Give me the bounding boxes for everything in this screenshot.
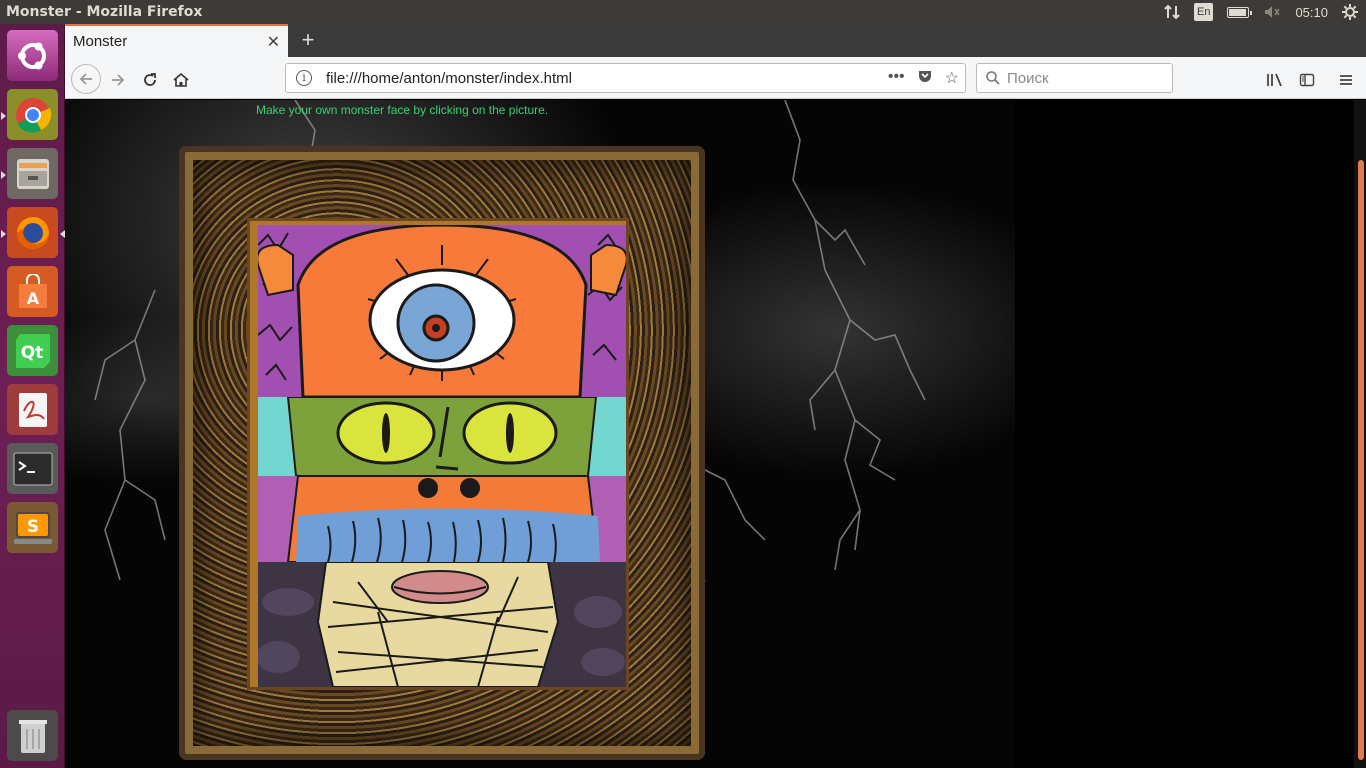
reload-icon [144,73,156,87]
search-bar[interactable] [976,63,1173,93]
top-panel: Monster - Mozilla Firefox En 05:10 [0,0,1366,24]
url-text[interactable]: file:///home/anton/monster/index.html [326,70,572,87]
home-button[interactable] [168,66,194,92]
monster-picture[interactable] [258,225,626,687]
monster-mouth-strip[interactable] [258,562,626,687]
file-cabinet-icon [16,158,49,189]
url-bar[interactable]: i file:///home/anton/monster/index.html … [285,63,966,93]
sublime-text-launcher-button[interactable]: S [7,502,58,553]
page-actions-icon[interactable]: ••• [888,68,905,89]
cyclops-eye-image [258,225,626,397]
battery-icon[interactable] [1227,3,1253,21]
library-icon [1267,73,1282,87]
site-info-icon[interactable]: i [296,70,312,86]
clock[interactable]: 05:10 [1295,3,1328,21]
hamburger-menu-icon [1340,75,1352,86]
frame-mat [247,218,629,690]
instructions-text: Make your own monster face by clicking o… [256,103,549,117]
sidebar-button[interactable] [1294,66,1320,92]
qt-creator-launcher-button[interactable]: Qt [7,325,58,376]
monster-top-strip[interactable] [258,225,626,397]
scrollbar-thumb[interactable] [1358,160,1364,760]
running-indicator [1,230,6,238]
search-icon [986,71,1000,85]
ornate-picture-frame [179,146,705,760]
forward-arrow-icon [112,74,125,86]
search-input[interactable] [1007,69,1167,87]
page-viewport: Make your own monster face by clicking o… [65,100,1366,768]
trash-icon [18,719,47,753]
close-tab-icon[interactable]: ✕ [267,32,280,52]
software-center-launcher-button[interactable]: A [7,266,58,317]
window-title: Monster - Mozilla Firefox [6,4,203,20]
new-tab-button[interactable]: + [295,28,321,54]
shopping-bag-icon: A [18,273,47,308]
sublime-text-icon: S [13,511,52,544]
keyboard-layout-indicator[interactable]: En [1193,3,1214,21]
forward-button[interactable] [105,66,131,92]
chrome-icon [15,97,51,132]
terminal-launcher-button[interactable] [7,443,58,494]
document-viewer-icon [18,392,47,427]
menu-button[interactable] [1333,66,1359,92]
running-indicator [1,112,6,120]
qt-icon: Qt [15,333,50,368]
monster-eyes-strip[interactable] [258,397,626,476]
ubuntu-logo-icon [17,42,46,69]
trash-launcher-button[interactable] [7,710,58,761]
document-viewer-launcher-button[interactable] [7,384,58,435]
svg-text:Qt: Qt [20,343,43,363]
svg-text:A: A [26,289,39,308]
tab-bar: Monster ✕ + [65,24,1366,57]
page-scrollbar[interactable] [1354,100,1366,768]
svg-text:S: S [26,517,38,537]
monster-nose-strip[interactable] [258,476,626,562]
firefox-launcher-button[interactable] [7,207,58,258]
bookmark-star-icon[interactable]: ☆ [945,68,959,89]
tab-monster[interactable]: Monster ✕ [65,24,288,57]
unity-launcher: A Qt S [0,24,65,768]
reload-button[interactable] [137,66,163,92]
pocket-icon[interactable] [917,68,933,89]
running-indicator [1,171,6,179]
mummy-mouth-image [258,562,626,687]
back-arrow-icon [79,73,92,85]
terminal-icon [13,452,52,485]
firefox-icon [16,216,49,249]
volume-muted-icon[interactable] [1263,3,1281,21]
library-button[interactable] [1262,66,1288,92]
system-indicators: En 05:10 [1164,3,1366,21]
ubuntu-dash-button[interactable] [7,30,58,81]
network-icon[interactable] [1164,3,1180,21]
cat-eyes-image [258,397,626,476]
home-icon [173,73,189,88]
back-button[interactable] [71,64,101,94]
sidebar-icon [1299,74,1315,87]
beard-nose-image [258,476,626,562]
chrome-launcher-button[interactable] [7,89,58,140]
files-launcher-button[interactable] [7,148,58,199]
tab-title: Monster [73,33,128,50]
navigation-toolbar: i file:///home/anton/monster/index.html … [65,57,1366,99]
gear-icon[interactable] [1342,3,1358,21]
